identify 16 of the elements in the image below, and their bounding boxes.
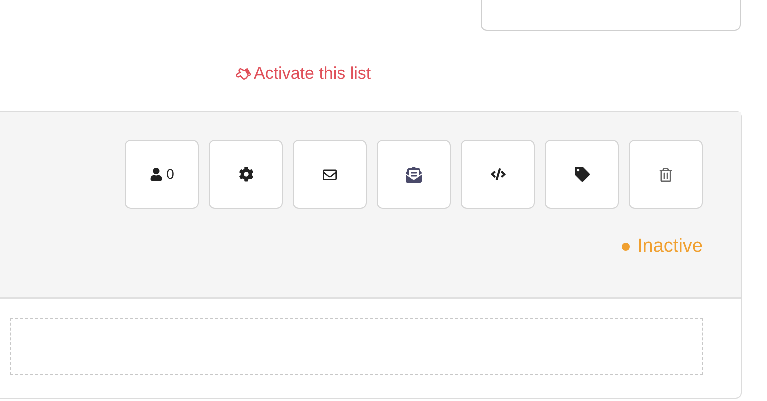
settings-button[interactable] (209, 140, 283, 209)
delete-button[interactable] (629, 140, 703, 209)
trash-icon (659, 168, 673, 182)
tag-icon (574, 167, 590, 182)
status-label: Inactive (638, 235, 703, 259)
activate-link[interactable]: Activate this list (236, 65, 372, 82)
tag-button[interactable] (545, 140, 619, 209)
user-icon (150, 168, 163, 181)
code-icon (490, 167, 506, 182)
email-button[interactable] (293, 140, 367, 209)
emails-button[interactable] (377, 140, 451, 209)
envelope-icon (323, 168, 337, 182)
code-button[interactable] (461, 140, 535, 209)
gear-icon (238, 167, 254, 182)
input-field[interactable] (481, 0, 741, 31)
subscribers-button[interactable]: 0 (125, 140, 199, 209)
